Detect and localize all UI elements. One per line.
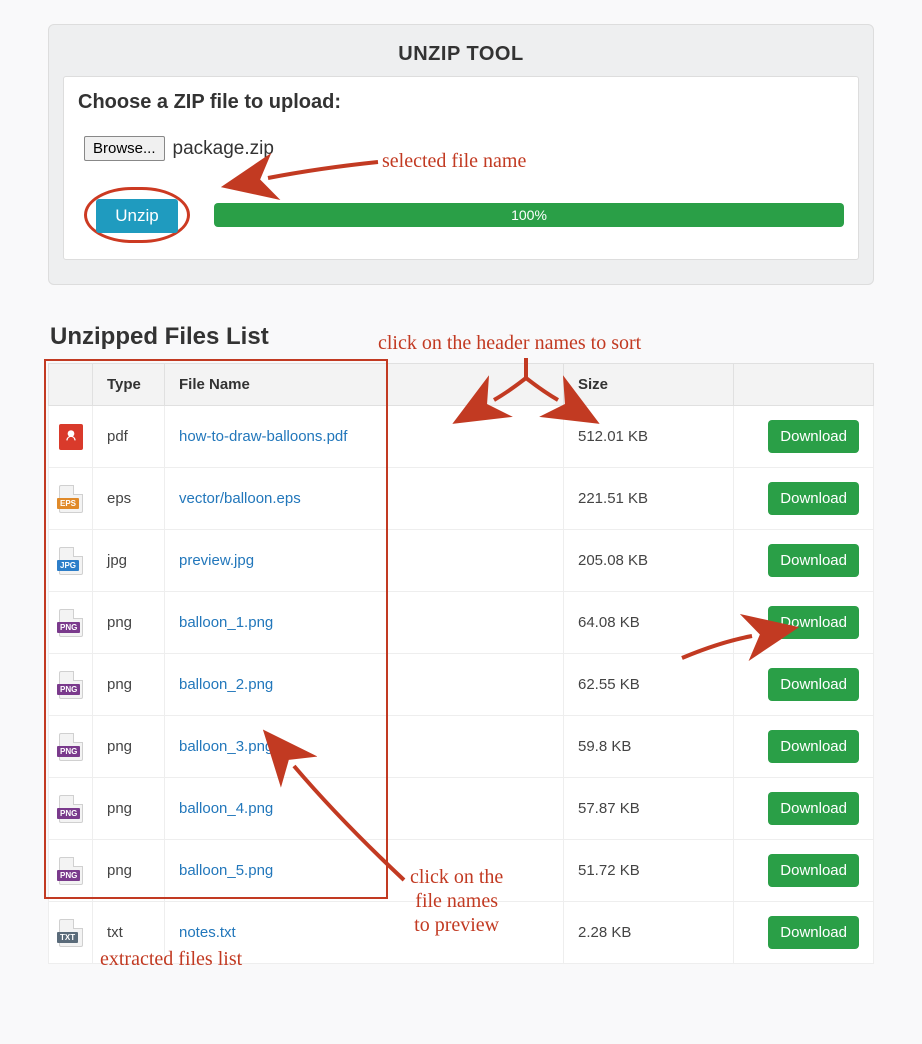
unzipped-files-title: Unzipped Files List	[50, 323, 922, 351]
cell-type: png	[93, 654, 165, 716]
cell-download: Download	[734, 716, 874, 778]
cell-filename: how-to-draw-balloons.pdf	[165, 406, 564, 468]
png-file-icon: PNG	[59, 795, 83, 823]
download-button[interactable]: Download	[768, 730, 859, 763]
col-header-size[interactable]: Size	[564, 364, 734, 406]
download-button[interactable]: Download	[768, 420, 859, 453]
download-button[interactable]: Download	[768, 544, 859, 577]
download-button[interactable]: Download	[768, 792, 859, 825]
cell-type: pdf	[93, 406, 165, 468]
file-link[interactable]: vector/balloon.eps	[179, 490, 301, 507]
progress-text: 100%	[511, 207, 547, 223]
table-row: PNG png balloon_2.png 62.55 KB Download	[49, 654, 874, 716]
cell-type: png	[93, 716, 165, 778]
cell-icon: TXT	[49, 902, 93, 964]
download-button[interactable]: Download	[768, 606, 859, 639]
png-file-icon: PNG	[59, 609, 83, 637]
cell-filename: balloon_2.png	[165, 654, 564, 716]
cell-download: Download	[734, 530, 874, 592]
browse-button[interactable]: Browse...	[84, 136, 165, 161]
cell-download: Download	[734, 902, 874, 964]
cell-filename: vector/balloon.eps	[165, 468, 564, 530]
card-title: UNZIP TOOL	[63, 39, 859, 76]
cell-filename: notes.txt	[165, 902, 564, 964]
cell-filename: balloon_3.png	[165, 716, 564, 778]
table-row: JPG jpg preview.jpg 205.08 KB Download	[49, 530, 874, 592]
cell-filename: balloon_1.png	[165, 592, 564, 654]
cell-size: 51.72 KB	[564, 840, 734, 902]
file-link[interactable]: preview.jpg	[179, 552, 254, 569]
cell-type: png	[93, 592, 165, 654]
cell-size: 205.08 KB	[564, 530, 734, 592]
cell-icon: PNG	[49, 778, 93, 840]
table-row: PNG png balloon_5.png 51.72 KB Download	[49, 840, 874, 902]
col-header-filename[interactable]: File Name	[165, 364, 564, 406]
unzip-button[interactable]: Unzip	[96, 199, 178, 233]
cell-download: Download	[734, 654, 874, 716]
cell-icon: PNG	[49, 592, 93, 654]
upload-panel: Choose a ZIP file to upload: Browse... p…	[63, 76, 859, 260]
cell-size: 59.8 KB	[564, 716, 734, 778]
cell-icon: PNG	[49, 654, 93, 716]
cell-icon: JPG	[49, 530, 93, 592]
cell-size: 221.51 KB	[564, 468, 734, 530]
cell-icon: PNG	[49, 716, 93, 778]
files-table: Type File Name Size pdf how-to-draw-ballo…	[48, 363, 874, 964]
table-row: pdf how-to-draw-balloons.pdf 512.01 KB Down…	[49, 406, 874, 468]
png-file-icon: PNG	[59, 857, 83, 885]
selected-filename: package.zip	[173, 138, 274, 160]
unzip-tool-card: UNZIP TOOL Choose a ZIP file to upload: …	[48, 24, 874, 285]
file-link[interactable]: balloon_4.png	[179, 800, 273, 817]
cell-filename: balloon_4.png	[165, 778, 564, 840]
cell-icon: EPS	[49, 468, 93, 530]
jpg-file-icon: JPG	[59, 547, 83, 575]
cell-type: jpg	[93, 530, 165, 592]
progress-bar: 100%	[214, 203, 844, 227]
table-row: PNG png balloon_4.png 57.87 KB Download	[49, 778, 874, 840]
txt-file-icon: TXT	[59, 919, 83, 947]
cell-size: 2.28 KB	[564, 902, 734, 964]
cell-filename: preview.jpg	[165, 530, 564, 592]
cell-download: Download	[734, 468, 874, 530]
cell-download: Download	[734, 840, 874, 902]
cell-filename: balloon_5.png	[165, 840, 564, 902]
png-file-icon: PNG	[59, 671, 83, 699]
table-row: TXT txt notes.txt 2.28 KB Download	[49, 902, 874, 964]
choose-zip-label: Choose a ZIP file to upload:	[78, 91, 844, 114]
col-header-action[interactable]	[734, 364, 874, 406]
table-row: PNG png balloon_1.png 64.08 KB Download	[49, 592, 874, 654]
cell-icon: PNG	[49, 840, 93, 902]
file-link[interactable]: notes.txt	[179, 924, 236, 941]
col-header-type[interactable]: Type	[93, 364, 165, 406]
file-link[interactable]: balloon_2.png	[179, 676, 273, 693]
png-file-icon: PNG	[59, 733, 83, 761]
table-row: PNG png balloon_3.png 59.8 KB Download	[49, 716, 874, 778]
table-row: EPS eps vector/balloon.eps 221.51 KB Downloa…	[49, 468, 874, 530]
cell-download: Download	[734, 778, 874, 840]
eps-file-icon: EPS	[59, 485, 83, 513]
cell-size: 512.01 KB	[564, 406, 734, 468]
file-link[interactable]: balloon_3.png	[179, 738, 273, 755]
pdf-icon	[59, 424, 83, 450]
cell-size: 57.87 KB	[564, 778, 734, 840]
cell-download: Download	[734, 406, 874, 468]
cell-type: png	[93, 840, 165, 902]
cell-icon	[49, 406, 93, 468]
cell-size: 62.55 KB	[564, 654, 734, 716]
download-button[interactable]: Download	[768, 482, 859, 515]
download-button[interactable]: Download	[768, 854, 859, 887]
download-button[interactable]: Download	[768, 916, 859, 949]
file-link[interactable]: how-to-draw-balloons.pdf	[179, 428, 347, 445]
cell-type: png	[93, 778, 165, 840]
file-link[interactable]: balloon_1.png	[179, 614, 273, 631]
cell-type: txt	[93, 902, 165, 964]
download-button[interactable]: Download	[768, 668, 859, 701]
col-header-icon[interactable]	[49, 364, 93, 406]
cell-download: Download	[734, 592, 874, 654]
cell-size: 64.08 KB	[564, 592, 734, 654]
file-link[interactable]: balloon_5.png	[179, 862, 273, 879]
cell-type: eps	[93, 468, 165, 530]
